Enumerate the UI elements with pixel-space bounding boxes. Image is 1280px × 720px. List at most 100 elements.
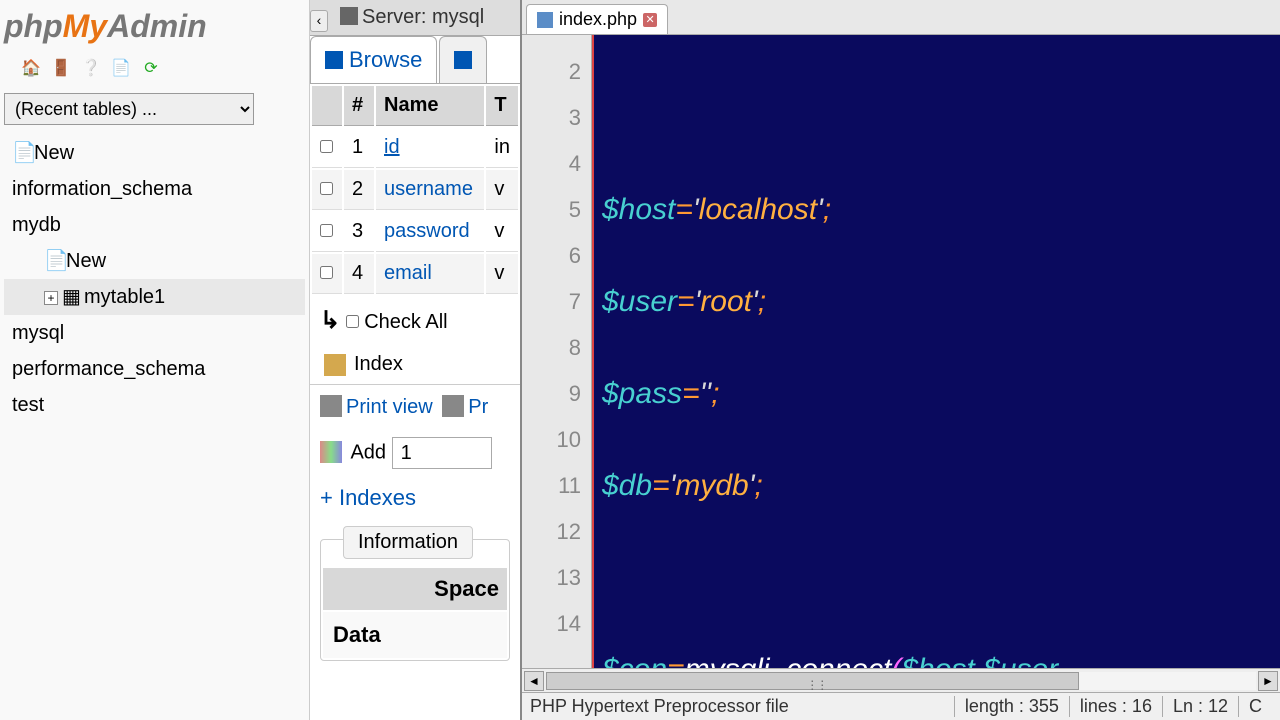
exit-icon[interactable]: 🚪 (50, 57, 72, 79)
php-file-icon (537, 12, 553, 28)
add-label: Add (350, 442, 386, 464)
scroll-right-button[interactable]: ► (1258, 671, 1278, 691)
column-type: in (486, 128, 518, 168)
table-row: 2 username v (312, 170, 518, 210)
row-checkbox[interactable] (320, 140, 333, 153)
line-number: 5 (522, 187, 581, 233)
line-gutter: 234567891011121314 (522, 35, 592, 668)
collapse-panel-button[interactable]: ‹ (310, 10, 328, 32)
recent-tables-select[interactable]: (Recent tables) ... (4, 93, 254, 125)
db-tree: 📄New information_schema mydb 📄New +▦myta… (0, 129, 309, 429)
add-count-input[interactable] (392, 437, 492, 469)
column-name-link[interactable]: username (384, 178, 473, 200)
phpmyadmin-sidebar: phpMyAdmin 🏠 🚪 ❔ 📄 ⟳ (Recent tables) ...… (0, 0, 310, 720)
help-icon[interactable]: ❔ (80, 57, 102, 79)
table-row: 1 id in (312, 128, 518, 168)
line-number: 11 (522, 463, 581, 509)
tree-performance-schema[interactable]: performance_schema (4, 351, 305, 387)
columns-table: # Name T 1 id in 2 username v 3 password… (310, 84, 520, 296)
structure-panel: ‹ Server: mysql Browse # Name T 1 id in … (310, 0, 520, 720)
line-number: 10 (522, 417, 581, 463)
close-tab-icon[interactable]: ✕ (643, 13, 657, 27)
line-number: 6 (522, 233, 581, 279)
scroll-left-button[interactable]: ◄ (524, 671, 544, 691)
breadcrumb: Server: mysql (310, 0, 520, 36)
row-number: 1 (344, 128, 374, 168)
line-number: 7 (522, 279, 581, 325)
information-title: Information (343, 526, 473, 559)
col-hash: # (344, 86, 374, 126)
home-icon[interactable]: 🏠 (20, 57, 42, 79)
column-name-link[interactable]: id (384, 136, 400, 158)
editor-panel: index.php ✕ 234567891011121314 $host='lo… (520, 0, 1280, 720)
line-number: 12 (522, 509, 581, 555)
row-number: 2 (344, 170, 374, 210)
status-bar: PHP Hypertext Preprocessor file length :… (522, 692, 1280, 720)
tab-structure[interactable] (439, 36, 487, 83)
data-row: Data (323, 612, 507, 658)
col-name-header: Name (376, 86, 484, 126)
status-lines: lines : 16 (1069, 696, 1162, 717)
new-db-icon: 📄 (12, 137, 30, 169)
tree-information-schema[interactable]: information_schema (4, 171, 305, 207)
logo-my: My (63, 8, 107, 44)
indexes-link[interactable]: + Indexes (310, 477, 520, 519)
add-column-icon (320, 441, 342, 463)
space-header: Space (323, 568, 507, 610)
line-number: 2 (522, 49, 581, 95)
line-number: 13 (522, 555, 581, 601)
status-ln: Ln : 12 (1162, 696, 1238, 717)
check-all-checkbox[interactable] (346, 315, 359, 328)
reload-icon[interactable]: ⟳ (140, 57, 162, 79)
line-number: 8 (522, 325, 581, 371)
line-number: 9 (522, 371, 581, 417)
information-box: Information Space Data (320, 539, 510, 661)
tree-test[interactable]: test (4, 387, 305, 423)
line-number: 14 (522, 601, 581, 647)
tree-new[interactable]: 📄New (4, 135, 305, 171)
select-arrow-icon: ↳ (320, 307, 340, 334)
horizontal-scrollbar[interactable]: ◄ ► (522, 668, 1280, 692)
docs-icon[interactable]: 📄 (110, 57, 132, 79)
print-icon (320, 395, 342, 417)
line-number: 4 (522, 141, 581, 187)
table-row: 4 email v (312, 254, 518, 294)
tree-mydb[interactable]: mydb (4, 207, 305, 243)
row-checkbox[interactable] (320, 182, 333, 195)
tree-mytable1[interactable]: +▦mytable1 (4, 279, 305, 315)
code-content[interactable]: $host='localhost'; $user='root'; $pass='… (592, 35, 1280, 668)
status-length: length : 355 (954, 696, 1069, 717)
check-all-row: ↳ Check All (310, 296, 520, 345)
print-icon2 (442, 395, 464, 417)
logo-php: php (4, 8, 63, 44)
print-view-link[interactable]: Print view (346, 396, 433, 418)
tab-browse[interactable]: Browse (310, 36, 437, 83)
pma-logo: phpMyAdmin (0, 0, 309, 53)
table-row: 3 password v (312, 212, 518, 252)
scroll-thumb[interactable] (546, 672, 1079, 690)
column-type: v (486, 170, 518, 210)
tree-mydb-new[interactable]: 📄New (4, 243, 305, 279)
status-filetype: PHP Hypertext Preprocessor file (530, 696, 954, 717)
browse-icon (325, 51, 343, 69)
editor-tab-index[interactable]: index.php ✕ (526, 4, 668, 34)
column-type: v (486, 212, 518, 252)
col-type-header: T (486, 86, 518, 126)
column-name-link[interactable]: password (384, 220, 470, 242)
row-checkbox[interactable] (320, 224, 333, 237)
logo-admin: Admin (107, 8, 207, 44)
index-action[interactable]: Index (310, 345, 520, 384)
status-col: C (1238, 696, 1272, 717)
column-name-link[interactable]: email (384, 262, 432, 284)
row-checkbox[interactable] (320, 266, 333, 279)
index-icon (324, 354, 346, 376)
tree-mysql[interactable]: mysql (4, 315, 305, 351)
server-icon (340, 7, 358, 25)
line-number: 3 (522, 95, 581, 141)
row-number: 3 (344, 212, 374, 252)
table-icon: ▦ (62, 281, 80, 313)
print-view-link2[interactable]: Pr (468, 396, 488, 418)
row-number: 4 (344, 254, 374, 294)
expand-icon[interactable]: + (44, 291, 58, 305)
structure-icon (454, 51, 472, 69)
